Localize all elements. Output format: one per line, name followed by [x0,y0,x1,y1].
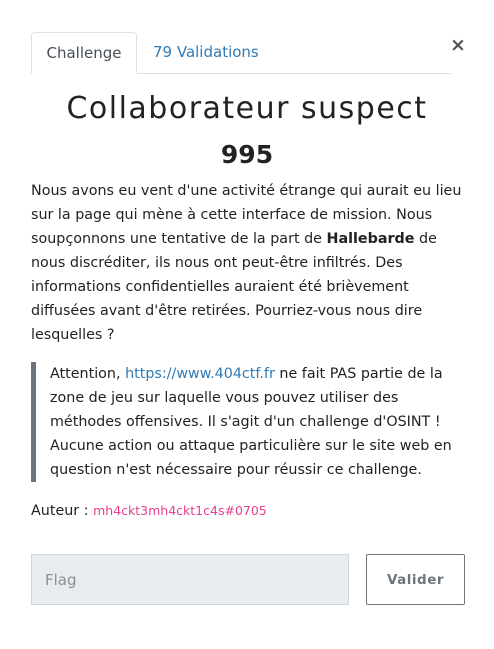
notice-blockquote: Attention, https://www.404ctf.fr ne fait… [31,362,463,482]
close-icon[interactable]: × [450,34,466,56]
description-text-2: de nous discréditer, ils nous ont peut-ê… [31,231,437,343]
tab-bar: Challenge 79 Validations [31,32,451,74]
author-handle: mh4ckt3mh4ckt1c4s#0705 [93,503,267,518]
tab-challenge[interactable]: Challenge [31,32,137,74]
notice-suffix: ne fait PAS partie de la zone de jeu sur… [50,366,452,478]
ctf-site-link[interactable]: https://www.404ctf.fr [125,366,275,382]
challenge-title: Collaborateur suspect [66,91,428,126]
notice-text: Attention, https://www.404ctf.fr ne fait… [50,362,463,482]
challenge-modal: × Challenge 79 Validations Collaborateur… [0,0,494,649]
challenge-description: Nous avons eu vent d'une activité étrang… [31,179,471,347]
challenge-points: 995 [220,140,274,169]
author-line: Auteur : mh4ckt3mh4ckt1c4s#0705 [31,499,267,523]
description-bold: Hallebarde [326,231,415,247]
author-label: Auteur : [31,503,94,519]
notice-prefix: Attention, [50,366,126,382]
tab-validations[interactable]: 79 Validations [153,32,259,73]
flag-input[interactable] [31,554,349,605]
submit-button[interactable]: Valider [366,554,465,605]
